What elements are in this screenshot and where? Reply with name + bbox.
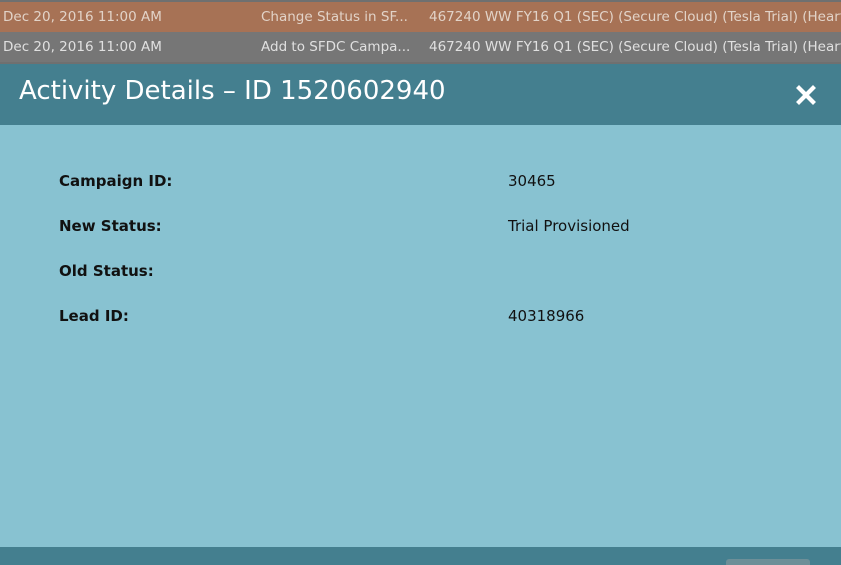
- activity-type: Add to SFDC Campa...: [261, 39, 411, 55]
- modal-body: Campaign ID: 30465 New Status: Trial Pro…: [0, 125, 841, 547]
- detail-row-old-status: Old Status:: [0, 259, 841, 283]
- activity-detail: 467240 WW FY16 Q1 (SEC) (Secure Cloud) (…: [429, 39, 841, 55]
- detail-label: Lead ID:: [59, 307, 129, 325]
- activity-row[interactable]: Dec 20, 2016 11:00 AM Add to SFDC Campa.…: [0, 32, 841, 62]
- detail-row-campaign-id: Campaign ID: 30465: [0, 169, 841, 193]
- modal-title: Activity Details – ID 1520602940: [19, 76, 446, 106]
- detail-row-new-status: New Status: Trial Provisioned: [0, 214, 841, 238]
- activity-list-background: Dec 20, 2016 11:00 AM Change Status in S…: [0, 0, 841, 62]
- detail-value: 30465: [508, 172, 556, 190]
- detail-label: Campaign ID:: [59, 172, 173, 190]
- detail-value: Trial Provisioned: [508, 217, 630, 235]
- detail-label: New Status:: [59, 217, 162, 235]
- modal-footer: [0, 547, 841, 565]
- detail-row-lead-id: Lead ID: 40318966: [0, 304, 841, 328]
- activity-detail: 467240 WW FY16 Q1 (SEC) (Secure Cloud) (…: [429, 9, 841, 25]
- close-icon: [796, 85, 816, 105]
- detail-value: 40318966: [508, 307, 585, 325]
- footer-button[interactable]: [726, 559, 810, 565]
- detail-label: Old Status:: [59, 262, 154, 280]
- activity-date: Dec 20, 2016 11:00 AM: [3, 39, 162, 55]
- close-button[interactable]: [793, 82, 819, 108]
- activity-date: Dec 20, 2016 11:00 AM: [3, 9, 162, 25]
- activity-type: Change Status in SF...: [261, 9, 408, 25]
- activity-row[interactable]: Dec 20, 2016 11:00 AM Change Status in S…: [0, 2, 841, 32]
- activity-details-modal: Activity Details – ID 1520602940 Campaig…: [0, 64, 841, 565]
- modal-header: Activity Details – ID 1520602940: [0, 64, 841, 125]
